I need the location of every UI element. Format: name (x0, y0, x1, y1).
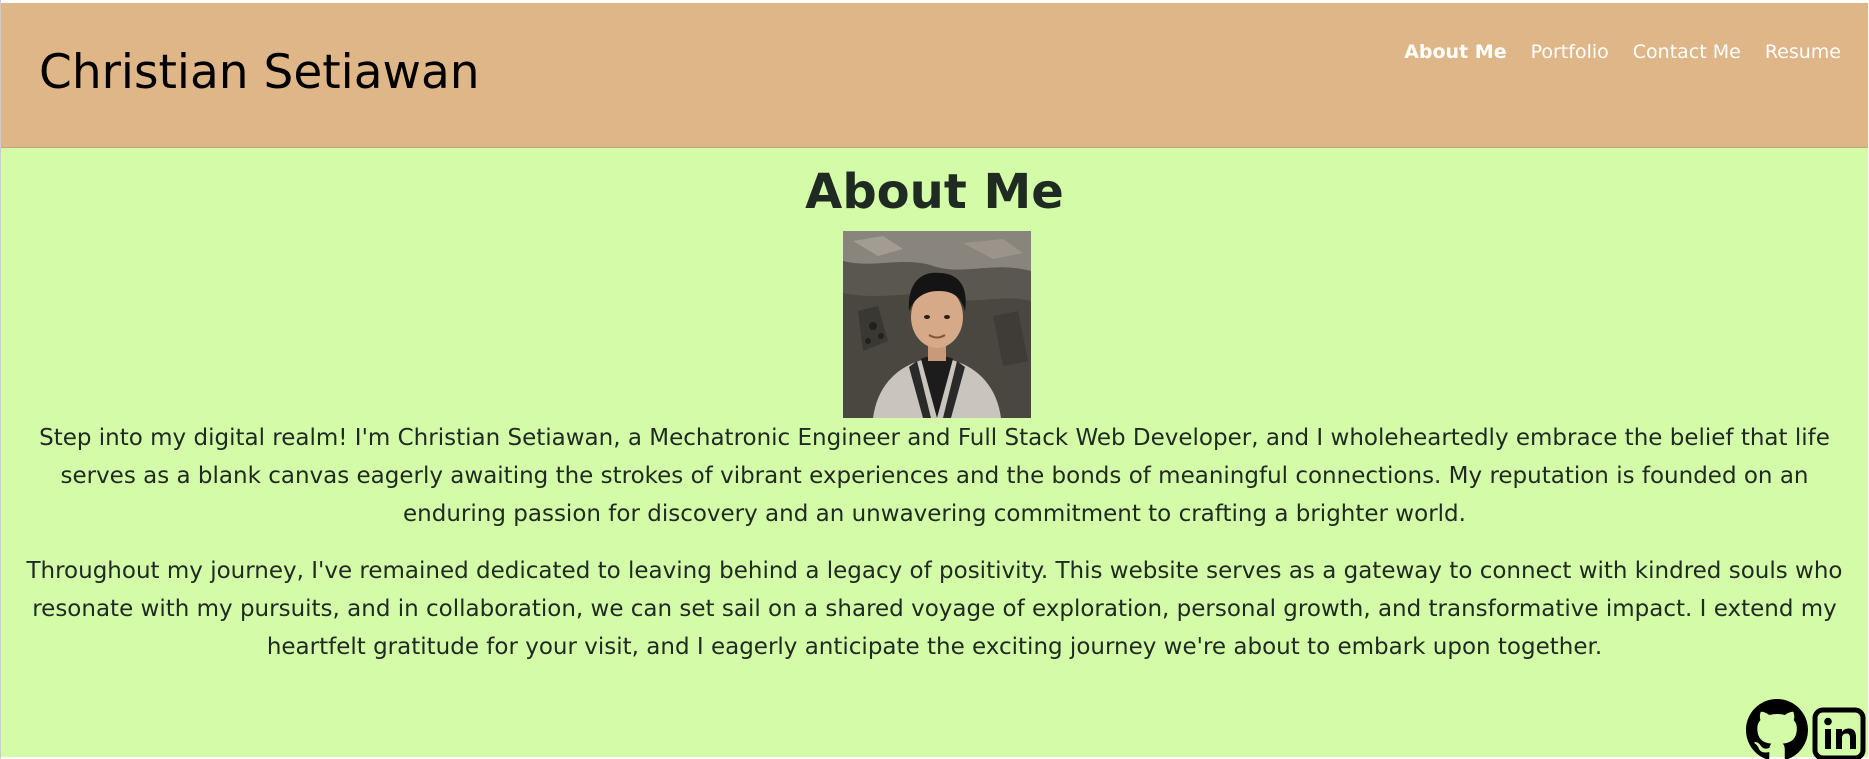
section-title: About Me (805, 164, 1064, 220)
main-nav: About Me Portfolio Contact Me Resume (1404, 39, 1841, 65)
page: Christian Setiawan About Me Portfolio Co… (0, 0, 1869, 759)
bio-paragraph-2: Throughout my journey, I've remained ded… (26, 558, 1843, 660)
nav-link-contact-me[interactable]: Contact Me (1633, 39, 1741, 65)
site-title[interactable]: Christian Setiawan (39, 45, 480, 101)
linkedin-icon (1812, 707, 1866, 759)
linkedin-link[interactable] (1812, 707, 1866, 759)
nav-link-portfolio[interactable]: Portfolio (1531, 39, 1609, 65)
github-icon (1746, 699, 1808, 759)
nav-link-about-me[interactable]: About Me (1404, 39, 1506, 65)
site-header: Christian Setiawan About Me Portfolio Co… (1, 3, 1868, 148)
about-section: About Me Step into my digital realm! I'm… (1, 148, 1868, 759)
github-link[interactable] (1746, 699, 1808, 759)
bio-paragraph-1: Step into my digital realm! I'm Christia… (39, 425, 1830, 527)
portrait-photo (843, 231, 1031, 418)
nav-link-resume[interactable]: Resume (1765, 39, 1841, 65)
social-links (1746, 699, 1866, 759)
